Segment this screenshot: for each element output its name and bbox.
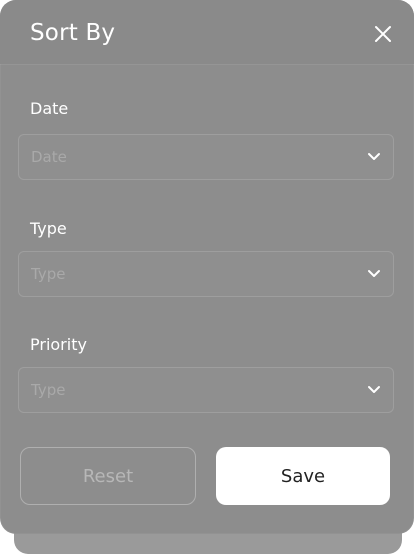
- reset-button[interactable]: Reset: [20, 447, 196, 505]
- date-select[interactable]: Date: [18, 134, 394, 180]
- date-select-placeholder: Date: [31, 148, 67, 166]
- header-divider: [0, 64, 414, 65]
- modal-title: Sort By: [30, 20, 116, 46]
- save-button[interactable]: Save: [216, 447, 390, 505]
- chevron-down-icon: [368, 153, 380, 160]
- close-button[interactable]: [374, 25, 392, 43]
- sort-modal: Sort By Date Date Type Type Priority Typ…: [0, 0, 414, 534]
- chevron-down-icon: [368, 386, 380, 393]
- priority-label: Priority: [30, 335, 87, 354]
- modal-header: Sort By: [0, 0, 414, 64]
- type-select-placeholder: Type: [31, 265, 66, 283]
- date-label: Date: [30, 99, 69, 118]
- type-label: Type: [30, 219, 67, 238]
- chevron-down-icon: [368, 270, 380, 277]
- priority-select-placeholder: Type: [31, 381, 66, 399]
- close-icon: [375, 26, 391, 42]
- priority-select[interactable]: Type: [18, 367, 394, 413]
- type-select[interactable]: Type: [18, 251, 394, 297]
